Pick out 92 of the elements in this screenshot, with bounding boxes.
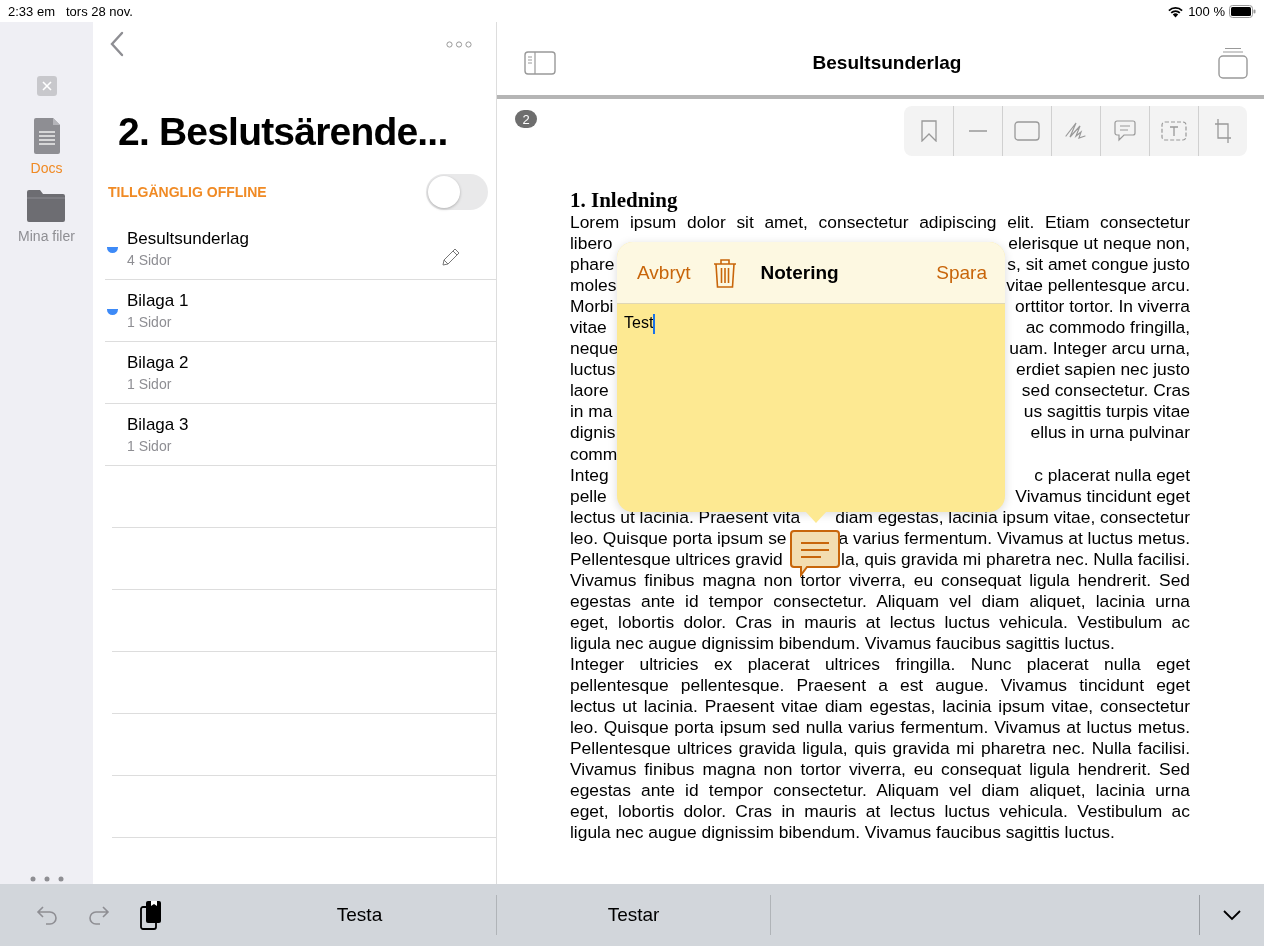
text-fragment: phare — [570, 254, 615, 276]
file-name: Bilaga 3 — [127, 415, 190, 435]
battery-percent: 100 % — [1188, 3, 1225, 19]
crop-icon — [1214, 118, 1232, 144]
page-number-badge: 2 — [515, 110, 537, 128]
back-icon[interactable] — [110, 31, 124, 57]
text-fragment: erdiet sapien nec justo — [1015, 359, 1190, 381]
sidebar-icon[interactable] — [524, 50, 556, 75]
document-icon — [33, 118, 60, 154]
offline-toggle[interactable] — [426, 174, 488, 210]
text-fragment: vitae pellentesque arcu. — [1006, 275, 1190, 297]
text-fragment: s, sit amet congue justo — [1007, 254, 1190, 276]
more-icon[interactable] — [29, 876, 64, 882]
text-fragment: dignis — [570, 422, 616, 444]
trash-icon[interactable] — [712, 257, 737, 288]
text-fragment: moles — [570, 275, 617, 297]
redo-icon[interactable] — [88, 905, 110, 925]
text-line: Integer ultricies ex placerat ultrices fringilla. Nunc placerat nulla eget — [570, 654, 1190, 676]
text-fragment: neque — [570, 338, 619, 360]
file-item[interactable]: Bilaga 2 1 Sidor — [105, 342, 496, 404]
rectangle-icon — [1014, 121, 1040, 141]
text-line: lectus ut lacinia. Praesent vitae diam egestas, lacinia ipsum vitae, consectetur — [570, 696, 1190, 718]
save-button[interactable]: Spara — [936, 261, 987, 284]
text-fragment: uam. Integer arcu urna, — [1009, 338, 1190, 360]
chevron-down-icon[interactable] — [1222, 909, 1242, 921]
text-fragment: ellus in urna pulvinar — [1030, 422, 1190, 444]
bookmark-icon — [920, 120, 937, 142]
text-fragment: Vivamus tincidunt eget — [1015, 485, 1190, 507]
text-fragment: comm — [570, 443, 618, 465]
pencil-icon[interactable] — [442, 247, 460, 266]
text-line: Lorem ipsum dolor sit amet, consectetur adipiscing elit. Etiam consectetur — [570, 212, 1190, 234]
text-fragment: Integ — [570, 464, 609, 486]
status-time: 2:33 em — [8, 3, 55, 19]
line-icon — [969, 129, 987, 133]
folder-icon — [27, 190, 66, 222]
text-fragment: Pellentesque ultrices gravid — [570, 548, 783, 570]
text-fragment: leo. Quisque porta ipsum se — [570, 527, 787, 549]
battery-icon — [1229, 4, 1256, 18]
suggestion-button[interactable]: Testar — [497, 895, 771, 935]
text-line: Vivamus finibus magna non tortor viverra, eu consequat ligula hendrerit. Sed — [570, 569, 1190, 591]
document-title: Besultsunderlag — [812, 51, 962, 74]
status-date: tors 28 nov. — [66, 3, 133, 19]
page-count: 1 Sidor — [127, 438, 173, 454]
file-name: Bilaga 2 — [127, 353, 190, 373]
folder-title: 2. Beslutsärende... — [117, 109, 449, 154]
text-fragment: pelle — [570, 485, 607, 507]
text-line: egestas ante id tempor consectetur. Aliquam vel diam aliquet, lacinia urna — [570, 780, 1190, 802]
text-line: ligula nec augue dignissim bibendum. Vivamus faucibus sagittis luctus. — [570, 632, 1116, 654]
offline-label: TILLGÄNGLIG OFFLINE — [108, 184, 267, 200]
text-line: eget, lobortis dolor. Cras in mauris at lectus luctus vehicula. Vestibulum ac — [570, 801, 1190, 823]
text-fragment: us sagittis turpis vitae — [1023, 401, 1190, 423]
text-fragment: luctus — [570, 359, 616, 381]
text-fragment: ac commodo fringilla, — [1025, 317, 1190, 339]
text-line: egestas ante id tempor consectetur. Aliquam vel diam aliquet, lacinia urna — [570, 590, 1190, 612]
note-icon[interactable] — [789, 529, 841, 577]
text-fragment: laore — [570, 380, 609, 402]
file-item[interactable]: Bilaga 3 1 Sidor — [105, 404, 496, 466]
close-icon[interactable] — [36, 76, 57, 96]
text-fragment: Morbi — [570, 296, 614, 318]
file-item[interactable]: Besultsunderlag 4 Sidor — [105, 218, 496, 280]
clipboard-icon[interactable] — [140, 900, 162, 930]
text-line: leo. Quisque porta ipsum sed nulla varius fermentum. Vivamus at luctus metus. — [570, 717, 1190, 739]
section-heading: 1. Inledning — [570, 189, 679, 212]
text-line: eget, lobortis dolor. Cras in mauris at lectus luctus vehicula. Vestibulum ac — [570, 611, 1190, 633]
wifi-icon — [1167, 4, 1185, 18]
note-title: Notering — [760, 261, 840, 284]
text-box-icon — [1161, 121, 1187, 141]
scribble-icon — [1065, 121, 1087, 141]
pages-icon[interactable] — [1218, 46, 1248, 79]
speech-bubble-icon — [1114, 120, 1136, 142]
text-fragment: orttitor tortor. In viverra — [1015, 296, 1190, 318]
page-count: 4 Sidor — [127, 252, 173, 268]
suggestion-button[interactable]: Testa — [223, 895, 497, 935]
text-line: pellentesque pellentesque. Praesent a est augue. Vivamus tincidunt eget — [570, 675, 1190, 697]
page-count: 1 Sidor — [127, 376, 173, 392]
page-count: 1 Sidor — [127, 314, 173, 330]
text-fragment: sed consectetur. Cras — [1021, 380, 1190, 402]
more-icon[interactable] — [446, 40, 472, 48]
undo-icon[interactable] — [36, 905, 58, 925]
cancel-button[interactable]: Avbryt — [637, 261, 691, 284]
text-fragment: la, quis gravida mi pharetra nec. Nulla facilisi. — [841, 548, 1190, 570]
text-line: Pellentesque ultrices gravida ligula, quis gravida mi pharetra nec. Nulla facilisi. — [570, 738, 1190, 760]
text-line: ligula nec augue dignissim bibendum. Vivamus faucibus sagittis luctus. — [570, 822, 1116, 844]
text-fragment: libero — [570, 233, 613, 255]
text-fragment: vitae — [570, 317, 607, 339]
text-fragment: elerisque ut neque non, — [1008, 233, 1190, 255]
file-name: Bilaga 1 — [127, 291, 190, 311]
text-fragment: c placerat nulla eget — [1034, 464, 1190, 486]
text-fragment: in ma — [570, 401, 613, 423]
text-line: Vivamus finibus magna non tortor viverra, eu consequat ligula hendrerit. Sed — [570, 759, 1190, 781]
file-name: Besultsunderlag — [127, 229, 250, 249]
file-item[interactable]: Bilaga 1 1 Sidor — [105, 280, 496, 342]
